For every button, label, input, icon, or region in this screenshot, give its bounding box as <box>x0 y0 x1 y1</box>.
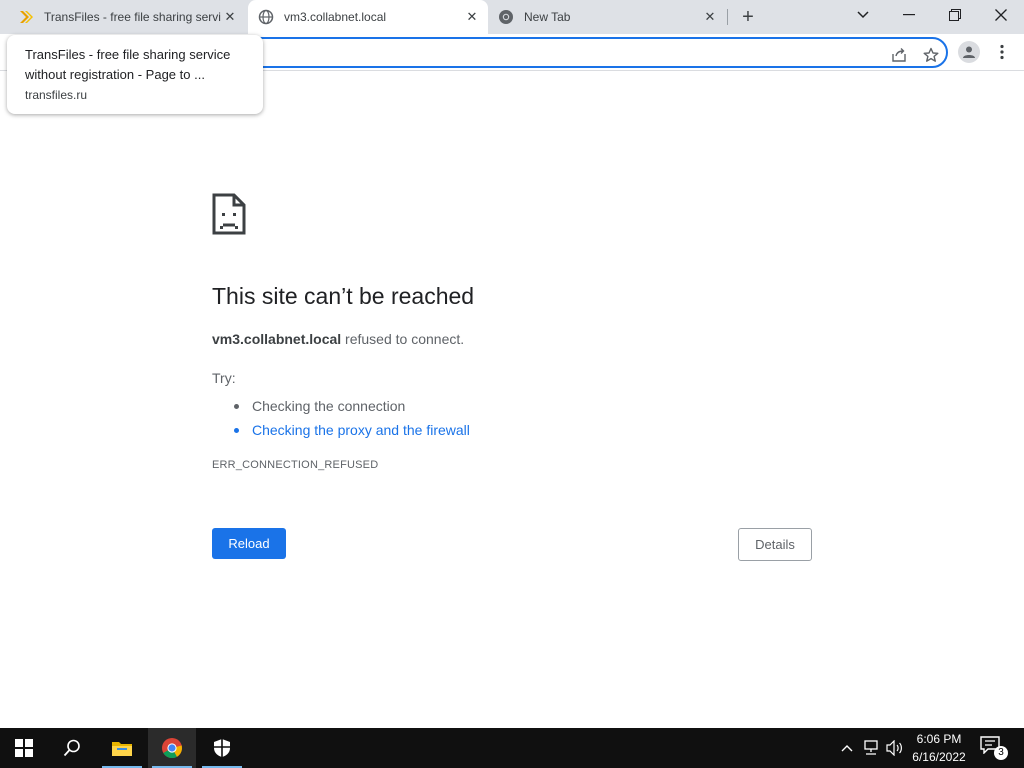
restore-icon[interactable] <box>932 0 978 30</box>
error-message: vm3.collabnet.local refused to connect. <box>212 331 464 347</box>
close-icon[interactable]: ✕ <box>702 9 718 25</box>
network-icon[interactable] <box>861 738 881 758</box>
reload-button[interactable]: Reload <box>212 528 286 559</box>
tab-separator <box>727 9 728 25</box>
sad-page-icon <box>212 193 246 235</box>
try-label: Try: <box>212 370 236 386</box>
windows-taskbar: 6:06 PM 6/16/2022 3 <box>0 728 1024 768</box>
start-icon[interactable] <box>0 728 48 768</box>
error-code: ERR_CONNECTION_REFUSED <box>212 459 379 471</box>
error-host: vm3.collabnet.local <box>212 331 342 347</box>
details-button[interactable]: Details <box>738 528 812 561</box>
error-heading: This site can’t be reached <box>212 283 475 309</box>
chrome-taskbar-icon[interactable] <box>148 728 196 768</box>
suggestion-check-proxy-link[interactable]: Checking the proxy and the firewall <box>234 418 470 442</box>
security-icon[interactable] <box>198 728 246 768</box>
close-window-icon[interactable] <box>978 0 1024 30</box>
hover-card-domain: transfiles.ru <box>25 88 88 102</box>
transfiles-favicon <box>18 9 34 25</box>
tab-vm3-collabnet[interactable]: vm3.collabnet.local ✕ <box>248 0 488 34</box>
tab-title: New Tab <box>524 10 571 24</box>
clock-date: 6/16/2022 <box>912 750 966 764</box>
profile-avatar-icon[interactable] <box>958 41 980 63</box>
chevron-up-icon[interactable] <box>837 738 857 758</box>
tab-title: vm3.collabnet.local <box>284 10 387 24</box>
close-icon[interactable]: ✕ <box>464 9 480 25</box>
tab-hover-card: TransFiles - free file sharing service w… <box>7 35 263 114</box>
volume-icon[interactable] <box>885 738 905 758</box>
suggestion-check-connection: Checking the connection <box>234 394 470 418</box>
globe-icon <box>258 9 274 25</box>
error-message-text: refused to connect. <box>341 331 465 347</box>
new-tab-button[interactable]: + <box>736 5 760 29</box>
more-menu-icon[interactable] <box>994 42 1010 62</box>
tab-search-icon[interactable] <box>840 0 886 30</box>
tab-new-tab[interactable]: New Tab ✕ <box>488 0 726 34</box>
hover-card-title: TransFiles - free file sharing service w… <box>25 47 231 82</box>
address-bar[interactable] <box>210 37 948 68</box>
notification-center-icon[interactable]: 3 <box>980 736 1008 760</box>
clock-time: 6:06 PM <box>916 732 962 746</box>
bookmark-star-icon[interactable] <box>922 46 940 64</box>
tab-strip: TransFiles - free file sharing servi ✕ v… <box>0 0 1024 34</box>
notification-count-badge: 3 <box>994 746 1008 760</box>
file-explorer-icon[interactable] <box>98 728 146 768</box>
share-icon[interactable] <box>890 46 908 64</box>
search-icon[interactable] <box>48 728 96 768</box>
close-icon[interactable]: ✕ <box>222 9 238 25</box>
system-clock[interactable]: 6:06 PM 6/16/2022 <box>904 730 974 766</box>
suggestion-list: Checking the connection Checking the pro… <box>234 394 470 442</box>
tab-title: TransFiles - free file sharing servi <box>44 10 221 24</box>
minimize-icon[interactable] <box>886 0 932 30</box>
tab-transfiles[interactable]: TransFiles - free file sharing servi ✕ <box>8 0 246 34</box>
chrome-icon <box>498 9 514 25</box>
